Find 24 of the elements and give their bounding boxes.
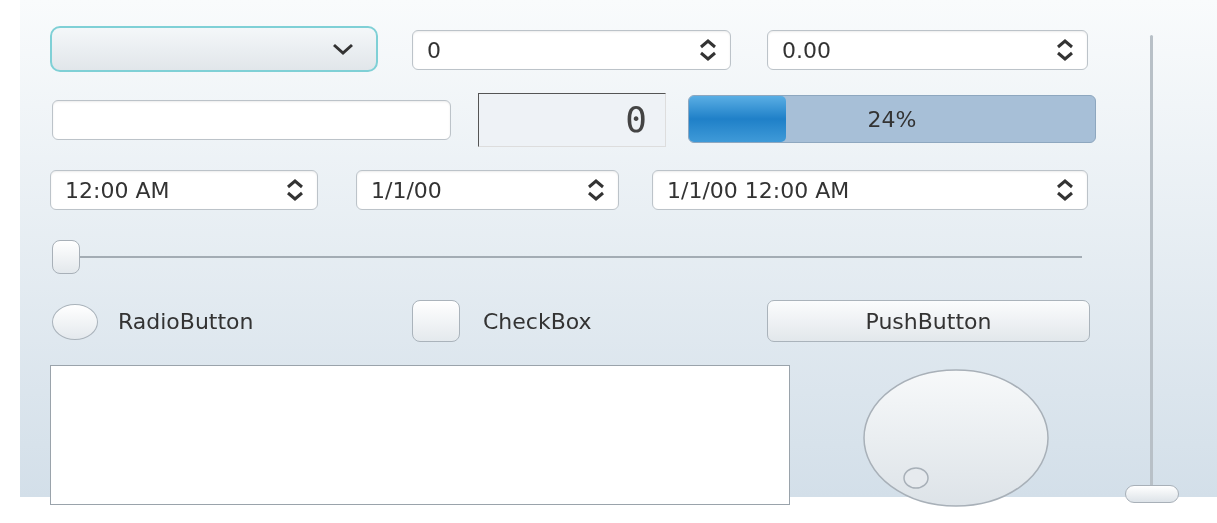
slider-handle[interactable] <box>52 240 80 274</box>
up-down-arrows-icon <box>285 179 305 201</box>
time-field[interactable]: 12:00 AM <box>50 170 318 210</box>
radio-label: RadioButton <box>118 308 254 336</box>
up-down-arrows-icon <box>1055 39 1075 61</box>
push-button[interactable]: PushButton <box>767 300 1090 342</box>
text-area[interactable] <box>50 365 790 505</box>
dropdown[interactable] <box>50 26 378 72</box>
date-time-field[interactable]: 1/1/00 12:00 AM <box>652 170 1088 210</box>
chevron-down-icon <box>332 42 354 56</box>
spin-box[interactable]: 0 <box>412 30 731 70</box>
spin-box[interactable]: 0.00 <box>767 30 1088 70</box>
dial-knob[interactable] <box>862 368 1050 508</box>
date-field[interactable]: 1/1/00 <box>356 170 619 210</box>
checkbox[interactable] <box>412 300 460 342</box>
input-field[interactable] <box>52 100 451 140</box>
lcd-display: 0 <box>478 93 666 147</box>
up-down-arrows-icon <box>698 39 718 61</box>
checkbox-label: CheckBox <box>483 308 592 336</box>
up-down-arrows-icon <box>586 179 606 201</box>
slider-handle[interactable] <box>1125 485 1179 503</box>
progress-text: 24% <box>867 105 917 134</box>
radio-button[interactable] <box>52 304 98 340</box>
up-down-arrows-icon <box>1055 179 1075 201</box>
